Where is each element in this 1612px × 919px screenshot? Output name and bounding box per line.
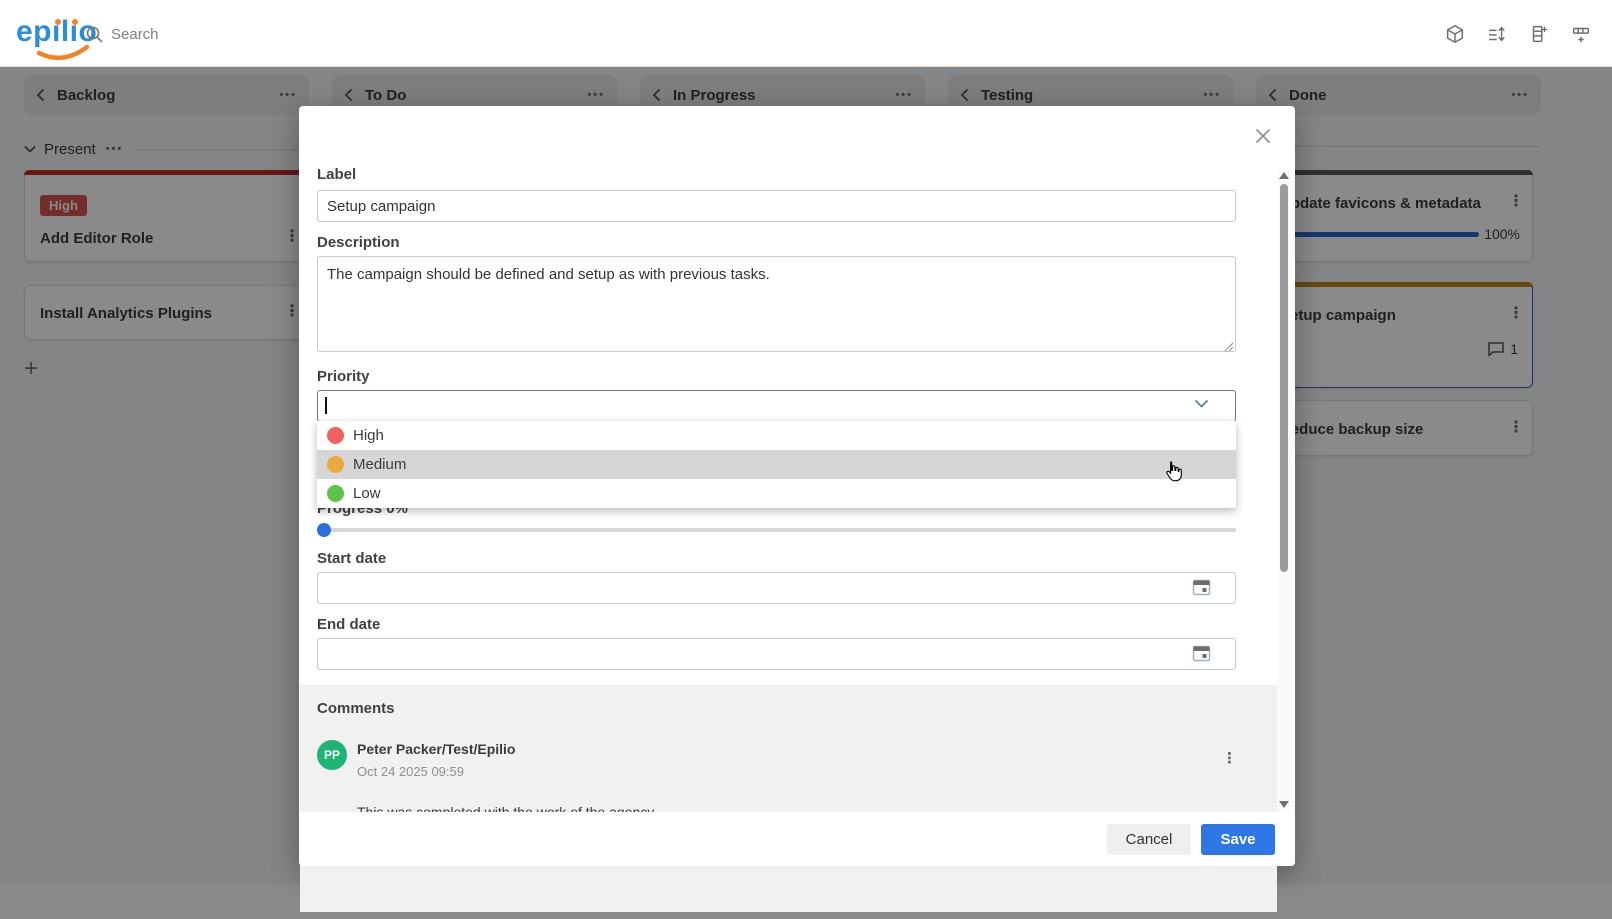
priority-low-dot-icon [327,485,344,502]
cancel-button[interactable]: Cancel [1107,824,1191,855]
end-date-input[interactable] [317,638,1236,670]
app: epılıo [0,0,1612,919]
calendar-icon[interactable] [1192,578,1212,598]
navbar-actions [1440,20,1596,48]
slider-thumb[interactable] [317,523,331,537]
top-navbar: epılıo [0,0,1612,67]
priority-option-low[interactable]: Low [317,479,1236,508]
search-bar [86,20,406,48]
scroll-up-icon[interactable] [1279,172,1289,179]
calendar-icon[interactable] [1192,644,1212,664]
add-table-icon[interactable] [1566,20,1596,48]
end-date-label: End date [317,616,380,633]
scrollbar-thumb[interactable] [1280,184,1288,572]
edit-task-modal: Label Description The campaign should be… [299,106,1295,866]
progress-slider[interactable] [317,522,1236,538]
comments-section: Comments PP Peter Packer/Test/Epilio Oct… [300,685,1277,912]
priority-medium-dot-icon [327,456,344,473]
comment-timestamp: Oct 24 2025 09:59 [357,764,464,779]
priority-option-medium[interactable]: Medium [317,450,1236,479]
save-button[interactable]: Save [1201,824,1275,855]
modal-footer: Cancel Save [299,812,1295,866]
priority-field-label: Priority [317,368,370,385]
description-textarea[interactable]: The campaign should be defined and setup… [317,256,1236,352]
close-icon[interactable] [1253,126,1273,146]
add-column-icon[interactable] [1524,20,1554,48]
start-date-label: Start date [317,550,386,567]
priority-input[interactable] [317,390,1236,422]
comments-heading: Comments [317,700,395,717]
priority-high-dot-icon [327,427,344,444]
start-date-input[interactable] [317,572,1236,604]
search-icon [86,26,103,43]
label-field-label: Label [317,166,356,183]
scroll-down-icon[interactable] [1279,801,1289,808]
comment-author: Peter Packer/Test/Epilio [357,741,515,757]
comment-menu-icon[interactable]: ⋮ [1222,749,1237,767]
text-caret [325,397,327,414]
avatar: PP [317,740,347,770]
priority-dropdown: High Medium Low [317,421,1236,508]
priority-option-high[interactable]: High [317,421,1236,450]
slider-track[interactable] [317,528,1236,532]
package-icon[interactable] [1440,20,1470,48]
label-input[interactable] [317,190,1236,222]
modal-scrollbar[interactable] [1278,168,1290,812]
sort-icon[interactable] [1482,20,1512,48]
description-field-label: Description [317,234,400,251]
search-input[interactable] [111,26,371,43]
